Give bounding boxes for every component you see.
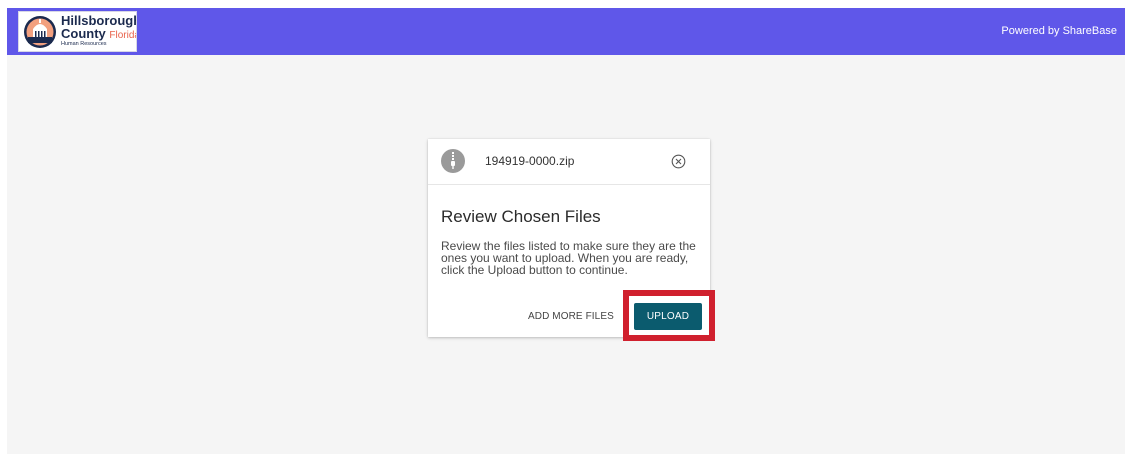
- add-more-files-button[interactable]: ADD MORE FILES: [528, 311, 614, 323]
- zip-file-icon: [441, 149, 465, 173]
- dialog-description: Review the files listed to make sure the…: [441, 239, 696, 277]
- upload-button[interactable]: UPLOAD: [634, 303, 702, 330]
- file-name: 194919-0000.zip: [485, 154, 575, 168]
- close-circle-icon[interactable]: [671, 154, 686, 169]
- top-bar: Hillsborough County Florida Human Resour…: [7, 8, 1125, 55]
- app-window: Hillsborough County Florida Human Resour…: [7, 8, 1125, 454]
- dialog-title: Review Chosen Files: [441, 207, 601, 226]
- county-logo[interactable]: Hillsborough County Florida Human Resour…: [18, 11, 137, 52]
- logo-state: Florida: [109, 30, 137, 41]
- logo-county: County: [61, 26, 106, 41]
- file-list-item: 194919-0000.zip: [428, 139, 710, 185]
- powered-by-label: Powered by ShareBase: [1001, 25, 1117, 37]
- county-seal-icon: [24, 16, 56, 48]
- logo-department: Human Resources: [61, 41, 107, 47]
